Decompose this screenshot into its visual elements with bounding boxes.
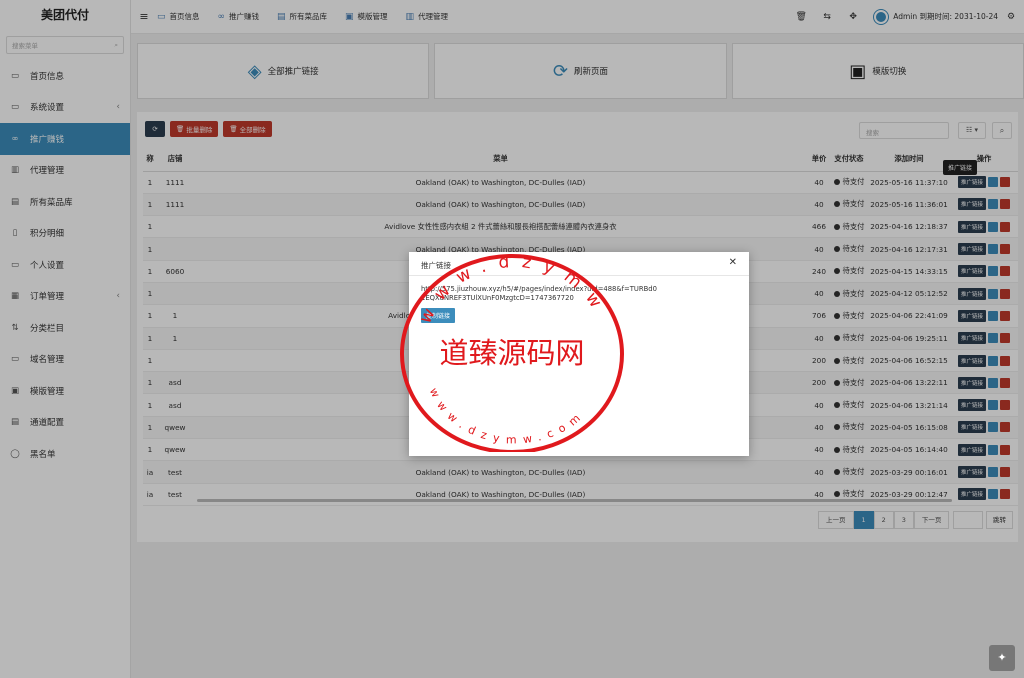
modal-title: 推广链接 (421, 261, 451, 270)
copy-link-button[interactable]: 复制链接 (421, 308, 456, 323)
close-icon[interactable]: ✕ (729, 257, 737, 268)
magic-wand-icon[interactable]: ✦ (989, 645, 1015, 671)
promotion-url: http://575.jiuzhouw.xyz/h5/#/pages/index… (421, 285, 657, 302)
promotion-link-modal: 推广链接 ✕ http://575.jiuzhouw.xyz/h5/#/page… (409, 252, 749, 456)
